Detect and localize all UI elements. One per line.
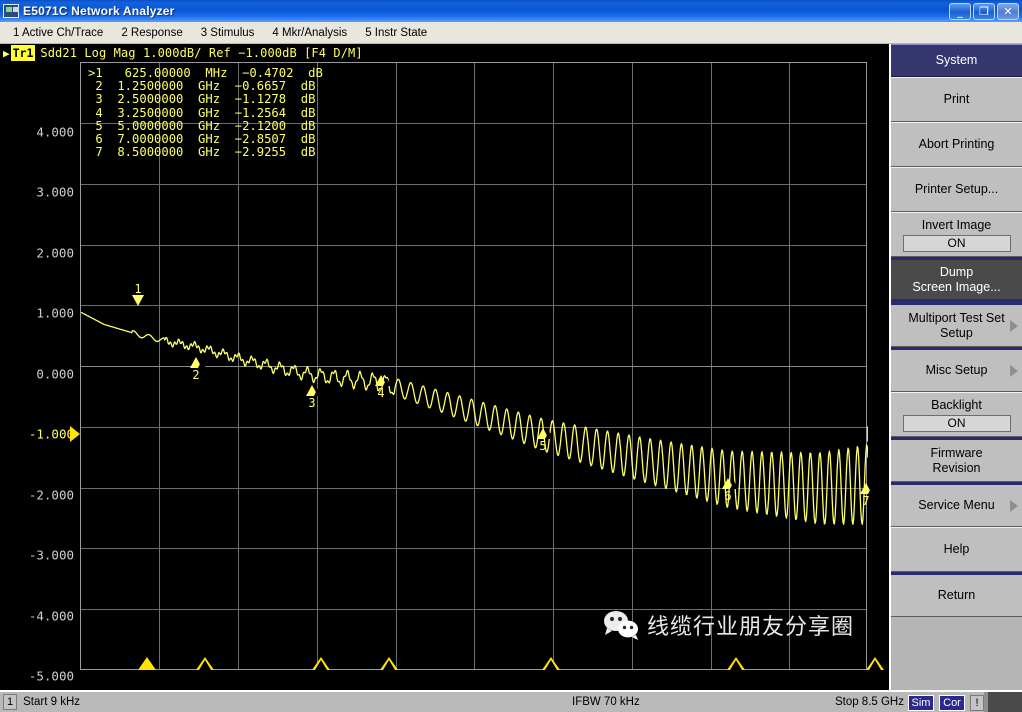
softkey-print[interactable]: Print — [891, 77, 1022, 122]
axis-marker-2[interactable] — [196, 657, 214, 670]
trace-marker-1-label: 1 — [134, 282, 142, 296]
plot-area: 4.000 3.000 2.000 1.000 0.000 -1.000 -2.… — [0, 62, 884, 690]
softkey-abort-printing-label: Abort Printing — [918, 137, 995, 151]
marker-triangle-icon — [860, 483, 876, 494]
marker-triangle-icon — [190, 357, 206, 368]
softkey-help[interactable]: Help — [891, 527, 1022, 572]
status-bar: 1 Start 9 kHz IFBW 70 kHz Stop 8.5 GHz S… — [0, 690, 1022, 712]
menu-item-stimulus[interactable]: 3 Stimulus — [192, 25, 264, 41]
softkey-dump-screen-image[interactable]: Dump Screen Image... — [891, 257, 1022, 302]
softkey-return-label: Return — [937, 588, 976, 602]
trace-marker-5-label: 5 — [539, 439, 547, 453]
trace-format-text: Sdd21 Log Mag 1.000dB/ Ref −1.000dB [F4 … — [40, 46, 363, 60]
y-tick-ref-minus-1: -1.000 — [28, 426, 74, 442]
menu-item-response[interactable]: 2 Response — [112, 25, 191, 41]
marker-readout-table[interactable]: >1 625.00000 MHz −0.4702 dB 2 1.2500000 … — [88, 66, 323, 159]
softkey-service-menu-label: Service Menu — [918, 498, 995, 512]
softkey-print-label: Print — [943, 92, 970, 106]
y-tick-minus-4: -4.000 — [28, 608, 74, 624]
softkey-multiport-test-set-setup[interactable]: Multiport Test Set Setup — [891, 302, 1022, 347]
y-tick-3: 3.000 — [36, 184, 74, 200]
chevron-right-icon — [1010, 364, 1018, 377]
softkey-firmware-revision[interactable]: Firmware Revision — [891, 437, 1022, 482]
analyzer-icon — [3, 4, 19, 18]
trace-marker-4-label: 4 — [377, 386, 385, 400]
y-axis-labels: 4.000 3.000 2.000 1.000 0.000 -1.000 -2.… — [0, 62, 78, 690]
minimize-icon: _ — [957, 4, 963, 18]
axis-marker-3[interactable] — [312, 657, 330, 670]
softkey-header-label: System — [935, 53, 978, 67]
softkey-invert-image-value[interactable]: ON — [902, 234, 1011, 252]
reference-level-marker-left[interactable] — [70, 426, 80, 442]
trace-marker-3-label: 3 — [308, 396, 316, 410]
marker-triangle-icon — [132, 295, 148, 314]
softkey-printer-setup-label: Printer Setup... — [914, 182, 999, 196]
marker-triangle-icon — [722, 478, 738, 489]
y-tick-4: 4.000 — [36, 124, 74, 140]
status-badge-cor[interactable]: Cor — [939, 695, 965, 711]
restore-button[interactable]: ❐ — [973, 2, 995, 20]
network-analyzer-window: E5071C Network Analyzer _ ❐ ✕ 1 Active C… — [0, 0, 1022, 712]
softkey-misc-setup-label: Misc Setup — [925, 363, 988, 377]
softkey-service-menu[interactable]: Service Menu — [891, 482, 1022, 527]
active-trace-pointer-icon: ▶ — [3, 46, 10, 60]
y-tick-minus-2: -2.000 — [28, 487, 74, 503]
softkey-panel: System Print Abort Printing Printer Setu… — [889, 44, 1022, 690]
status-channel: 1 — [3, 694, 18, 710]
chevron-right-icon — [1010, 319, 1018, 332]
y-tick-minus-3: -3.000 — [28, 547, 74, 563]
axis-marker-5[interactable] — [542, 657, 560, 670]
status-start-frequency[interactable]: Start 9 kHz — [23, 696, 80, 708]
measurement-screen: ▶ Tr1 Sdd21 Log Mag 1.000dB/ Ref −1.000d… — [0, 44, 1022, 690]
marker-triangle-icon — [306, 385, 322, 396]
minimize-button[interactable]: _ — [949, 2, 971, 20]
softkey-firmware-revision-label: Firmware Revision — [930, 445, 983, 475]
softkey-misc-setup[interactable]: Misc Setup — [891, 347, 1022, 392]
trace-marker-6-label: 6 — [724, 489, 732, 503]
y-tick-2: 2.000 — [36, 245, 74, 261]
plot-grid[interactable]: >1 625.00000 MHz −0.4702 dB 2 1.2500000 … — [80, 62, 884, 670]
status-bar-right-region — [988, 692, 1022, 712]
axis-marker-6[interactable] — [727, 657, 745, 670]
status-stop-frequency[interactable]: Stop 8.5 GHz — [835, 696, 904, 708]
softkey-backlight-label: Backlight — [931, 397, 982, 412]
restore-icon: ❐ — [979, 4, 989, 18]
window-title: E5071C Network Analyzer — [23, 4, 175, 18]
axis-marker-7[interactable] — [866, 657, 884, 670]
status-badge-warning[interactable]: ! — [970, 695, 984, 711]
y-tick-0: 0.000 — [36, 366, 74, 382]
softkey-backlight-value[interactable]: ON — [902, 414, 1011, 432]
softkey-return[interactable]: Return — [891, 572, 1022, 617]
chevron-right-icon — [1010, 499, 1018, 512]
status-ifbw[interactable]: IFBW 70 kHz — [572, 696, 640, 708]
menu-item-mkr-analysis[interactable]: 4 Mkr/Analysis — [263, 25, 356, 41]
trace-marker-2-label: 2 — [192, 368, 200, 382]
menu-item-active-ch-trace[interactable]: 1 Active Ch/Trace — [4, 25, 112, 41]
marker-triangle-icon — [375, 375, 391, 386]
softkey-backlight[interactable]: Backlight ON — [891, 392, 1022, 437]
softkey-invert-image[interactable]: Invert Image ON — [891, 212, 1022, 257]
menu-bar: 1 Active Ch/Trace 2 Response 3 Stimulus … — [0, 22, 1022, 44]
close-icon: ✕ — [1003, 4, 1013, 18]
title-bar: E5071C Network Analyzer _ ❐ ✕ — [0, 0, 1022, 22]
menu-item-instr-state[interactable]: 5 Instr State — [356, 25, 436, 41]
marker-triangle-icon — [537, 428, 553, 439]
softkey-dump-screen-image-label: Dump Screen Image... — [912, 264, 1001, 294]
window-controls: _ ❐ ✕ — [949, 2, 1022, 20]
close-button[interactable]: ✕ — [997, 2, 1019, 20]
softkey-help-label: Help — [943, 542, 970, 556]
status-badge-sim[interactable]: Sim — [908, 695, 934, 711]
y-tick-1: 1.000 — [36, 305, 74, 321]
axis-marker-4[interactable] — [380, 657, 398, 670]
trace-status-line[interactable]: ▶ Tr1 Sdd21 Log Mag 1.000dB/ Ref −1.000d… — [0, 44, 884, 62]
softkey-header-system[interactable]: System — [891, 44, 1022, 77]
softkey-printer-setup[interactable]: Printer Setup... — [891, 167, 1022, 212]
trace-badge[interactable]: Tr1 — [10, 45, 36, 61]
trace-marker-7-label: 7 — [862, 494, 870, 508]
softkey-abort-printing[interactable]: Abort Printing — [891, 122, 1022, 167]
axis-marker-1[interactable] — [138, 657, 156, 670]
y-tick-minus-5: -5.000 — [28, 668, 74, 684]
softkey-multiport-test-set-setup-label: Multiport Test Set Setup — [908, 310, 1005, 340]
softkey-invert-image-label: Invert Image — [921, 217, 992, 232]
